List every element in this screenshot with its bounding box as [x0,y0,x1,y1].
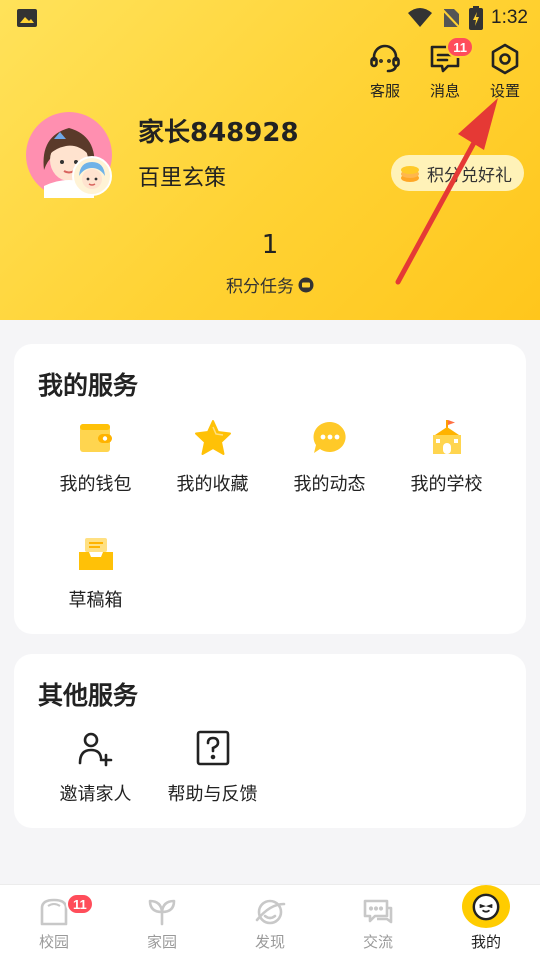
my-services-title: 我的服务 [38,371,139,400]
messages-label: 消息 [429,83,460,100]
tab-home[interactable]: 家园 [108,885,216,960]
my-school-label: 我的学校 [410,474,483,495]
help-feedback-item[interactable]: 帮助与反馈 [154,728,271,806]
image-icon [17,9,37,27]
chat-bubble-icon [313,421,346,453]
my-posts-label: 我的动态 [293,474,366,495]
battery-icon [469,6,484,30]
messages-badge: 11 [446,36,474,58]
tab-mine[interactable]: 我的 [432,885,540,960]
child-avatar [72,156,112,196]
planet-icon [255,899,286,925]
coins-icon [401,166,419,182]
tab-chat[interactable]: 交流 [324,885,432,960]
my-school-item[interactable]: 我的学校 [388,418,505,496]
drafts-icon [78,538,113,570]
wallet-icon [79,424,112,452]
tab-discover-label: 发现 [254,933,285,951]
mine-face-icon [472,893,500,920]
school-icon [432,420,461,454]
status-bar: 1:32 [0,0,540,36]
tab-campus-label: 校园 [38,933,69,951]
wifi-icon [408,8,433,27]
tab-home-label: 家园 [146,933,177,951]
bottom-tab-bar: 11 校园 家园 发现 交流 我的 [0,884,540,960]
points-task-link[interactable]: 积分任务 [0,272,540,297]
customer-service-button[interactable]: 客服 [362,42,408,101]
tab-mine-label: 我的 [470,933,501,951]
campus-badge: 11 [66,893,94,915]
invite-family-item[interactable]: 邀请家人 [37,728,154,806]
help-icon [196,730,229,766]
points-redeem-label: 积分兑好礼 [427,165,512,186]
other-services-title: 其他服务 [38,681,139,710]
settings-icon [491,43,519,75]
points-task-label: 积分任务 [226,277,294,297]
customer-service-label: 客服 [369,83,400,100]
profile-header: 1:32 客服 11 消息 设置 家长848928 百里玄策 积分兑好礼 1 积… [0,0,540,320]
messages-button[interactable]: 11 消息 [422,36,474,101]
favorites-item[interactable]: 我的收藏 [154,418,271,496]
ticket-icon [298,277,314,292]
my-services-card: 我的服务 我的钱包 我的收藏 我的动态 我的学校 草稿箱 [14,344,526,634]
settings-label: 设置 [489,83,520,100]
other-services-card: 其他服务 邀请家人 帮助与反馈 [14,654,526,828]
child-name: 百里玄策 [138,166,227,191]
my-posts-item[interactable]: 我的动态 [271,418,388,496]
no-sim-icon [441,8,461,29]
add-person-icon [78,732,112,767]
points-redeem-button[interactable]: 积分兑好礼 [391,155,524,191]
campus-icon [40,898,68,926]
mine-active-bubble [462,885,510,928]
star-icon [194,420,231,455]
chat-icon [363,899,393,924]
favorites-label: 我的收藏 [176,474,249,495]
invite-family-label: 邀请家人 [59,784,132,805]
drafts-item[interactable]: 草稿箱 [37,534,154,612]
tab-campus[interactable]: 11 校园 [0,885,108,960]
tab-chat-label: 交流 [362,933,393,951]
drafts-label: 草稿箱 [68,590,123,611]
help-feedback-label: 帮助与反馈 [167,784,258,805]
header-actions: 客服 11 消息 设置 [362,36,528,101]
headset-icon [370,44,400,73]
tab-discover[interactable]: 发现 [216,885,324,960]
wallet-item[interactable]: 我的钱包 [37,418,154,496]
leaf-icon [148,899,176,926]
settings-button[interactable]: 设置 [482,42,528,101]
wallet-label: 我的钱包 [59,474,132,495]
username: 家长848928 [138,118,299,148]
points-value: 1 [261,230,279,260]
clock-time: 1:32 [491,7,528,28]
